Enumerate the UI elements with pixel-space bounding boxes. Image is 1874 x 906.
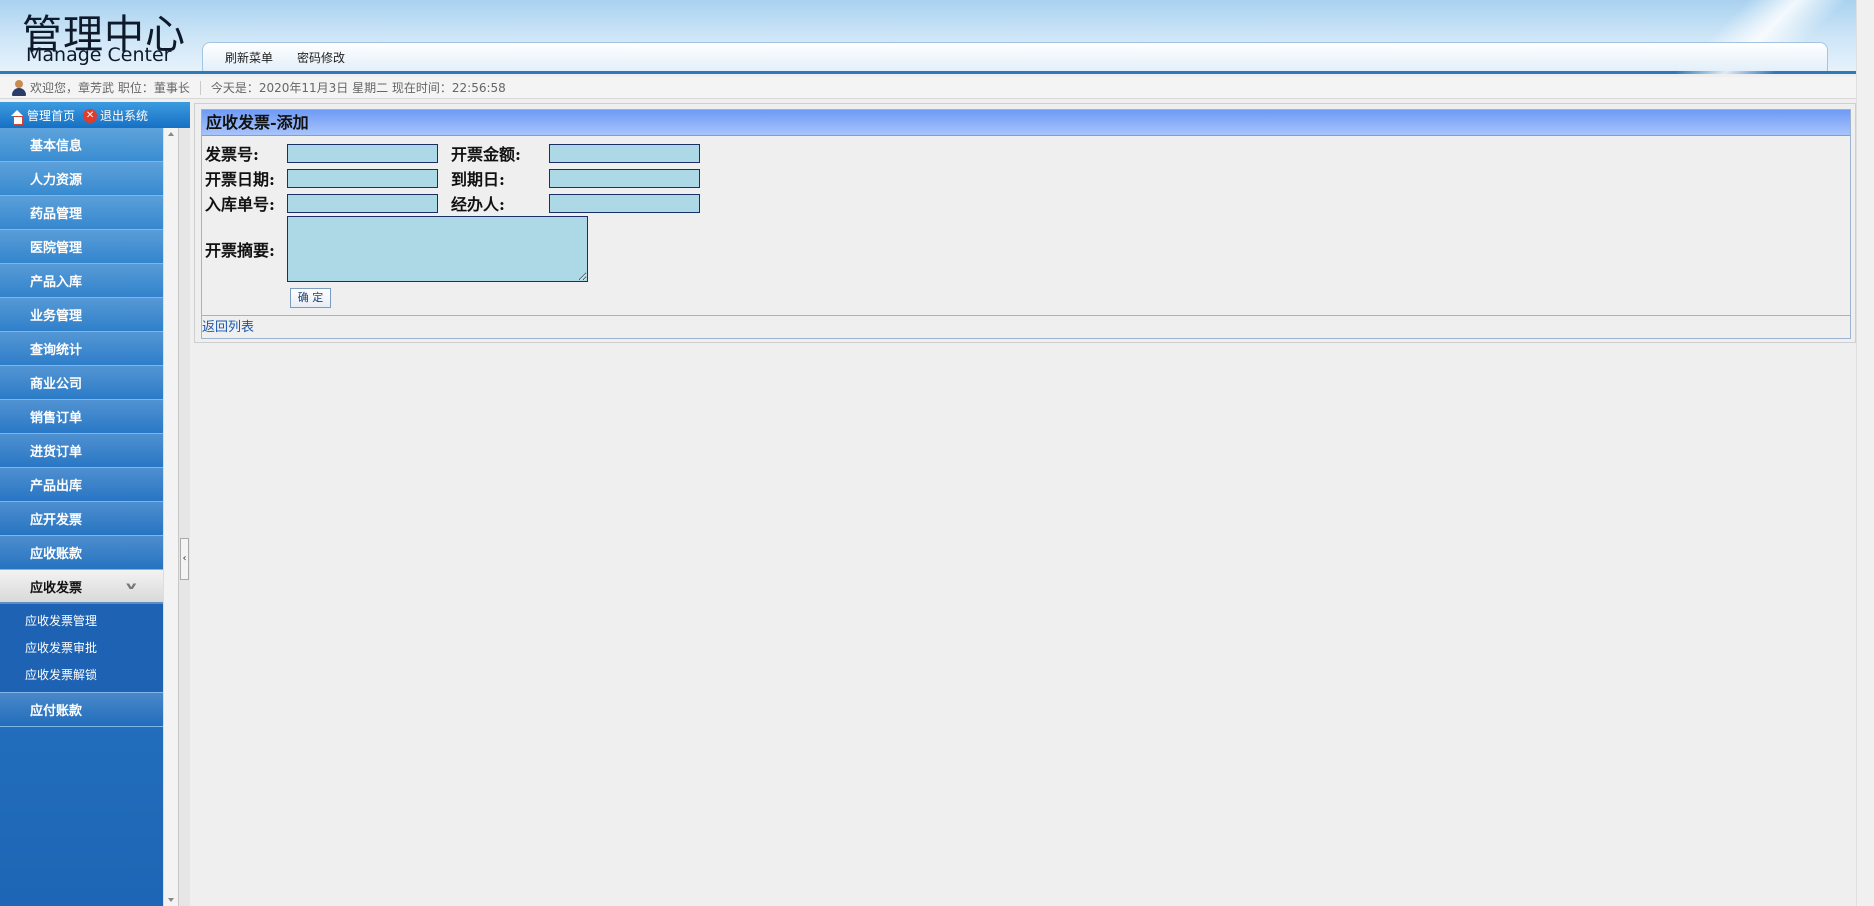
amount-label: 开票金额: [451, 145, 521, 164]
date-label: 开票日期: [205, 170, 275, 189]
sidebar-item-companies[interactable]: 商业公司 [0, 366, 163, 400]
sidebar-menu: 基本信息 人力资源 药品管理 医院管理 产品入库 业务管理 查询统计 商业公司 … [0, 128, 163, 906]
status-divider [199, 80, 201, 95]
exit-label: 退出系统 [100, 108, 149, 123]
scroll-down-icon[interactable] [168, 898, 174, 902]
row-invoice-amount: 发票号: 开票金额: [205, 141, 700, 165]
handler-input[interactable] [549, 193, 700, 213]
sidebar-item-hospitals[interactable]: 医院管理 [0, 230, 163, 264]
scroll-up-icon[interactable] [168, 132, 174, 136]
sidebar-top-bar: 管理首页 ✕ 退出系统 [0, 102, 190, 128]
sidebar-item-business[interactable]: 业务管理 [0, 298, 163, 332]
sidebar: 管理首页 ✕ 退出系统 基本信息 人力资源 药品管理 医院管理 产品入库 业务管理… [0, 102, 190, 906]
menu-scrollbar[interactable] [163, 128, 178, 906]
header: 管理中心 Manage Center 刷新菜单 密码修改 [0, 0, 1874, 74]
sidebar-item-stock-in[interactable]: 产品入库 [0, 264, 163, 298]
back-to-list-link[interactable]: 返回列表 [202, 320, 254, 335]
collapse-sidebar-icon[interactable]: ‹ [180, 538, 189, 580]
page-title: 应收发票-添加 [202, 110, 1850, 136]
close-icon: ✕ [83, 109, 98, 123]
memo-label: 开票摘要: [205, 241, 275, 260]
sidebar-item-hr[interactable]: 人力资源 [0, 162, 163, 196]
refresh-menu-link[interactable]: 刷新菜单 [225, 49, 273, 66]
home-link[interactable]: 管理首页 [10, 107, 76, 125]
sidebar-item-label: 应收发票 [30, 580, 83, 596]
sidebar-item-stock-out[interactable]: 产品出库 [0, 468, 163, 502]
amount-input[interactable] [549, 143, 700, 163]
sidebar-item-basic-info[interactable]: 基本信息 [0, 128, 163, 162]
sidebar-item-receivable-invoices[interactable]: 应收发票 v [0, 570, 163, 604]
due-date-input[interactable] [549, 168, 700, 188]
panel-footer: 返回列表 [202, 315, 1850, 337]
row-stock-handler: 入库单号: 经办人: [205, 191, 700, 215]
submenu-item-unlock[interactable]: 应收发票解锁 [0, 662, 163, 689]
due-date-label: 到期日: [451, 170, 505, 189]
welcome-text: 欢迎您，章芳武 职位：董事长 [30, 81, 190, 95]
handler-label: 经办人: [451, 195, 505, 214]
user-icon [11, 79, 27, 96]
sidebar-item-invoices-to-issue[interactable]: 应开发票 [0, 502, 163, 536]
sidebar-item-query-stats[interactable]: 查询统计 [0, 332, 163, 366]
invoice-no-input[interactable] [287, 143, 438, 163]
sidebar-item-drugs[interactable]: 药品管理 [0, 196, 163, 230]
sidebar-item-payables[interactable]: 应付账款 [0, 693, 163, 727]
exit-link[interactable]: ✕ 退出系统 [83, 107, 148, 124]
row-memo: 开票摘要: [205, 216, 588, 282]
logo-title-en: Manage Center [26, 44, 172, 66]
submit-button[interactable]: 确 定 [290, 288, 331, 308]
chevron-down-icon: v [126, 581, 137, 592]
top-nav: 刷新菜单 密码修改 [202, 42, 1828, 71]
stock-no-label: 入库单号: [205, 195, 275, 214]
datetime-text: 今天是：2020年11月3日 星期二 现在时间：22:56:58 [210, 81, 506, 95]
submenu-item-manage[interactable]: 应收发票管理 [0, 608, 163, 635]
sidebar-item-receivables[interactable]: 应收账款 [0, 536, 163, 570]
page-scrollbar[interactable] [1856, 0, 1874, 906]
home-icon [10, 109, 24, 125]
sidebar-splitter[interactable] [178, 128, 190, 906]
sidebar-item-purchase-orders[interactable]: 进货订单 [0, 434, 163, 468]
submenu-receivable-invoices: 应收发票管理 应收发票审批 应收发票解锁 [0, 604, 163, 693]
row-date-due: 开票日期: 到期日: [205, 166, 700, 190]
date-input[interactable] [287, 168, 438, 188]
memo-textarea[interactable] [287, 216, 588, 282]
home-label: 管理首页 [27, 108, 76, 123]
sidebar-item-sales-orders[interactable]: 销售订单 [0, 400, 163, 434]
stock-no-input[interactable] [287, 193, 438, 213]
status-bar: 欢迎您，章芳武 职位：董事长 今天是：2020年11月3日 星期二 现在时间：2… [0, 77, 1856, 99]
content-area: 应收发票-添加 发票号: 开票金额: 开票日期: 到期日: 入库单号: 经办人:… [194, 103, 1856, 343]
menu-area: 基本信息 人力资源 药品管理 医院管理 产品入库 业务管理 查询统计 商业公司 … [0, 128, 190, 906]
invoice-no-label: 发票号: [205, 145, 259, 164]
submenu-item-approve[interactable]: 应收发票审批 [0, 635, 163, 662]
form-panel: 应收发票-添加 发票号: 开票金额: 开票日期: 到期日: 入库单号: 经办人:… [201, 109, 1851, 339]
change-password-link[interactable]: 密码修改 [297, 49, 345, 66]
